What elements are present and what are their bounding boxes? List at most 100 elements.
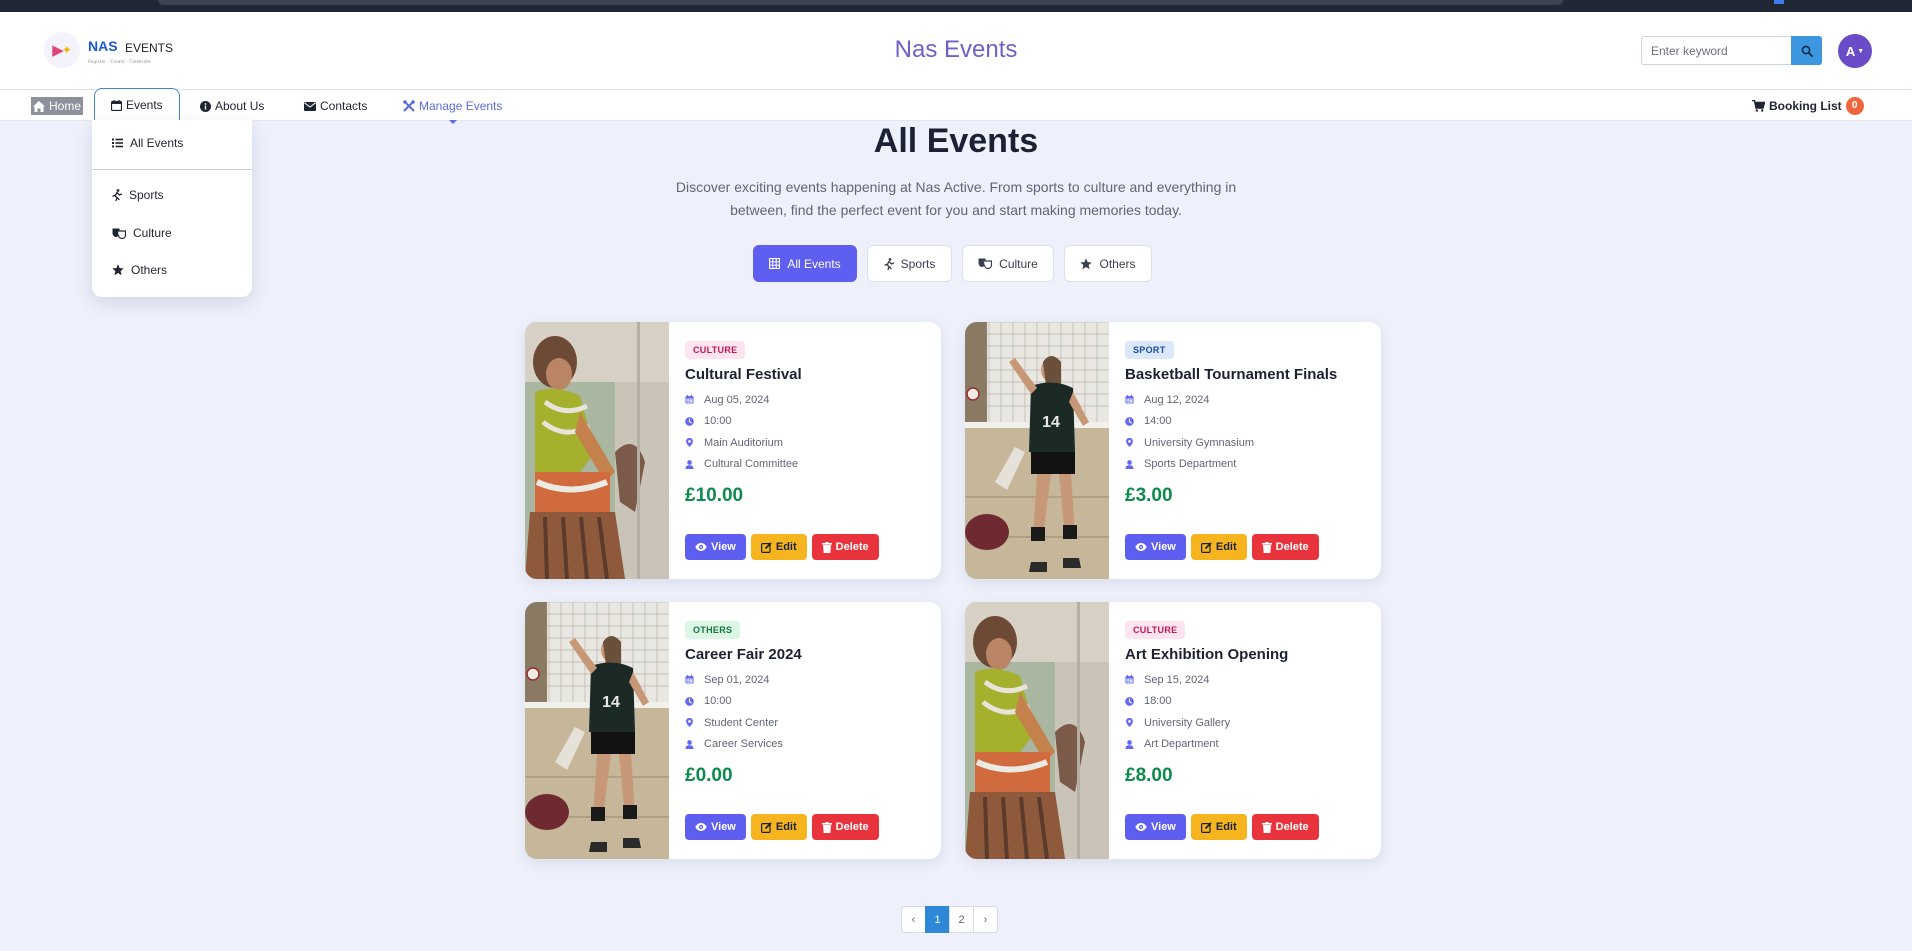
eye-icon [1135,823,1147,831]
page-title: All Events [873,122,1039,160]
calendar-icon [685,395,694,404]
delete-label: Delete [835,541,869,553]
star-icon [112,264,124,276]
nav-events[interactable]: Events [94,88,180,121]
event-organizer: Art Department [1144,738,1219,751]
pagination-page-1[interactable]: 1 [925,906,950,933]
edit-button[interactable]: Edit [1190,814,1247,840]
user-icon [1125,740,1134,749]
edit-label: Edit [1215,821,1237,833]
home-icon [33,100,45,112]
edit-button[interactable]: Edit [750,814,807,840]
dropdown-all-events-label: All Events [130,136,184,150]
dropdown-item-others[interactable]: Others [112,263,167,277]
nav-contacts-label: Contacts [320,99,368,113]
delete-button[interactable]: Delete [811,534,879,560]
event-image[interactable] [965,322,1109,579]
view-label: View [711,541,736,553]
nav-booking-list[interactable]: Booking List 0 [1752,97,1864,115]
user-avatar-menu[interactable]: A ▼ [1838,34,1872,68]
event-title[interactable]: Art Exhibition Opening [1125,646,1371,663]
dropdown-item-culture[interactable]: Culture [112,226,172,240]
booking-count-badge: 0 [1845,97,1864,115]
nav-manage-label: Manage Events [419,99,503,113]
view-button[interactable]: View [685,534,746,560]
event-time: 10:00 [704,695,732,708]
event-title[interactable]: Career Fair 2024 [685,646,931,663]
view-button[interactable]: View [1125,534,1186,560]
view-label: View [711,821,736,833]
event-price: £8.00 [1125,765,1173,786]
user-icon [685,460,694,469]
edit-icon [1201,822,1212,833]
filter-others-button[interactable]: Others [1064,245,1152,282]
view-button[interactable]: View [1125,814,1186,840]
nav-home-label: Home [49,99,82,113]
view-label: View [1151,541,1176,553]
delete-button[interactable]: Delete [1251,534,1319,560]
event-title[interactable]: Cultural Festival [685,366,931,383]
running-icon [884,257,894,270]
event-organizer: Sports Department [1144,458,1237,471]
location-pin-icon [685,718,694,727]
edit-button[interactable]: Edit [750,534,807,560]
filter-sports-button[interactable]: Sports [867,245,952,282]
browser-top-strip [0,0,1912,12]
delete-button[interactable]: Delete [811,814,879,840]
delete-label: Delete [1275,541,1309,553]
filter-all-events-button[interactable]: All Events [753,245,857,282]
nav-about-label: About Us [215,99,265,113]
eye-icon [1135,543,1147,551]
filter-all-events-label: All Events [787,256,841,271]
trash-icon [822,822,832,833]
edit-button[interactable]: Edit [1190,534,1247,560]
pagination-next-button[interactable]: › [973,906,998,933]
dropdown-others-label: Others [131,263,168,277]
dropdown-item-all-events[interactable]: All Events [112,136,183,150]
event-organizer: Cultural Committee [704,458,799,471]
event-card[interactable]: CULTURE Art Exhibition Opening Sep 15, 2… [965,602,1381,859]
running-icon [112,189,122,201]
event-price: £3.00 [1125,485,1173,506]
event-title[interactable]: Basketball Tournament Finals [1125,366,1371,383]
trash-icon [1262,822,1272,833]
delete-button[interactable]: Delete [1251,814,1319,840]
event-time: 14:00 [1144,415,1172,428]
edit-label: Edit [1215,541,1237,553]
masks-icon [112,228,126,239]
main-navbar: Home Events About Us Contacts Manage Eve… [0,88,1912,121]
dropdown-item-sports[interactable]: Sports [112,188,164,202]
event-price: £10.00 [685,485,744,506]
pagination-page-2[interactable]: 2 [949,906,974,933]
nav-manage-events[interactable]: Manage Events [403,97,502,115]
event-card[interactable]: OTHERS Career Fair 2024 Sep 01, 2024 10:… [525,602,941,859]
event-image[interactable] [525,602,669,859]
edit-label: Edit [775,541,797,553]
edit-icon [1201,542,1212,553]
event-image[interactable] [965,602,1109,859]
search-button[interactable] [1791,36,1822,65]
event-location: University Gallery [1144,716,1231,729]
event-image[interactable] [525,322,669,579]
filter-sports-label: Sports [900,256,936,271]
nav-booking-label: Booking List [1769,99,1842,113]
search-icon [1801,45,1813,57]
nav-about-us[interactable]: About Us [200,97,264,115]
page-intro: Discover exciting events happening at Na… [675,179,1237,218]
site-header: ▶ ✦ NAS EVENTS Register · Create · Celebr… [0,12,1912,90]
filter-culture-button[interactable]: Culture [962,245,1054,282]
edit-label: Edit [775,821,797,833]
search-input[interactable] [1641,36,1791,65]
event-card[interactable]: CULTURE Cultural Festival Aug 05, 2024 1… [525,322,941,579]
grid-icon [769,258,781,269]
nav-contacts[interactable]: Contacts [304,97,367,115]
event-card[interactable]: SPORT Basketball Tournament Finals Aug 1… [965,322,1381,579]
view-button[interactable]: View [685,814,746,840]
category-tag: SPORT [1125,341,1174,359]
pagination-prev-button[interactable]: ‹ [901,906,926,933]
delete-label: Delete [835,821,869,833]
chevron-down-icon: ▼ [1857,47,1865,55]
nav-home[interactable]: Home [31,97,84,115]
event-location: Main Auditorium [704,436,783,449]
envelope-icon [304,101,316,111]
